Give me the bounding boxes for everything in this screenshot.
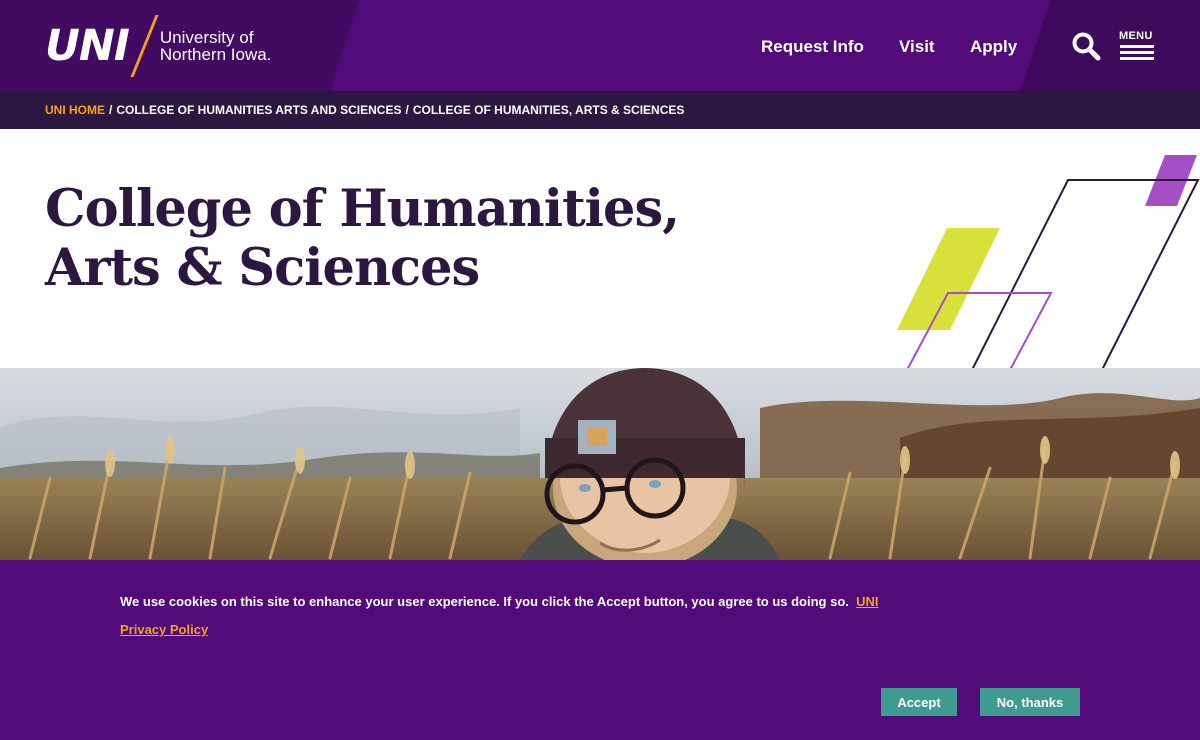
- hamburger-bar: [1120, 57, 1154, 60]
- logo-line-2: Northern Iowa.: [159, 45, 272, 64]
- cookie-text: We use cookies on this site to enhance y…: [120, 594, 849, 609]
- privacy-link-part-1: UNI: [856, 594, 879, 609]
- hamburger-bar: [1120, 51, 1154, 54]
- breadcrumb-current: COLLEGE OF HUMANITIES, ARTS & SCIENCES: [412, 103, 685, 117]
- page-title-wrap: College of Humanities, Arts & Sciences: [45, 180, 825, 298]
- breadcrumb-separator: /: [109, 103, 113, 117]
- breadcrumb-separator: /: [405, 103, 409, 117]
- hamburger-bar: [1120, 45, 1154, 48]
- menu-label: MENU: [1119, 30, 1153, 42]
- no-thanks-button[interactable]: No, thanks: [980, 688, 1080, 716]
- cookie-banner: We use cookies on this site to enhance y…: [0, 560, 1200, 740]
- menu-button[interactable]: MENU: [1119, 30, 1155, 62]
- breadcrumb-home[interactable]: UNI HOME: [45, 103, 105, 117]
- breadcrumb-college[interactable]: COLLEGE OF HUMANITIES ARTS AND SCIENCES: [116, 103, 401, 117]
- search-icon[interactable]: [1071, 31, 1101, 61]
- site-header: UNI University of Northern Iowa. Request…: [0, 0, 1200, 91]
- uni-logo[interactable]: UNI University of Northern Iowa.: [45, 15, 272, 77]
- page-title-line-2: Arts & Sciences: [45, 238, 480, 298]
- page-title: College of Humanities, Arts & Sciences: [45, 180, 825, 298]
- decorative-parallelograms: [897, 155, 1200, 370]
- nav-visit[interactable]: Visit: [899, 37, 935, 57]
- nav-request-info[interactable]: Request Info: [761, 37, 864, 57]
- nav-apply[interactable]: Apply: [970, 37, 1017, 57]
- hero-image: [0, 368, 1200, 560]
- logo-mark: UNI: [45, 20, 130, 71]
- privacy-link-part-2: Privacy Policy: [120, 622, 209, 637]
- logo-slash: [130, 15, 159, 77]
- breadcrumb: UNI HOME / COLLEGE OF HUMANITIES ARTS AN…: [0, 91, 1200, 129]
- header-slab-right: [1020, 0, 1200, 91]
- logo-text: University of Northern Iowa.: [160, 29, 272, 63]
- cookie-message: We use cookies on this site to enhance y…: [120, 588, 910, 644]
- accept-button[interactable]: Accept: [881, 688, 957, 716]
- page-title-line-1: College of Humanities,: [45, 179, 680, 239]
